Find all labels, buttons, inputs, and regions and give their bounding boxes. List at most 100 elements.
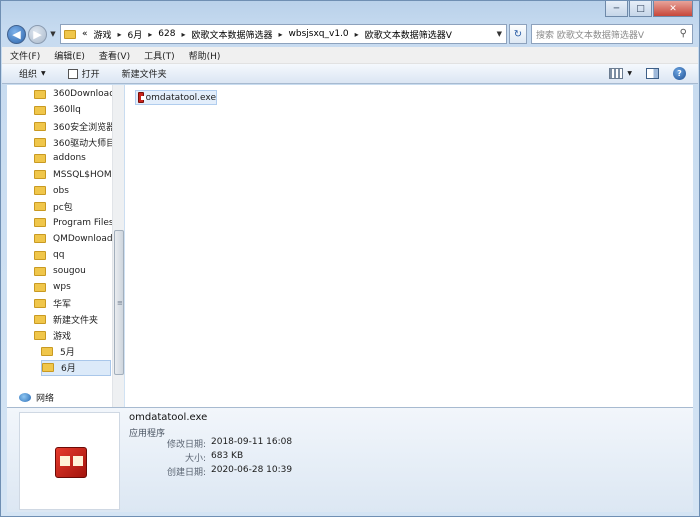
breadcrumb-item[interactable]: 欧歌文本数据筛选器 — [192, 28, 273, 41]
sidebar-folder-item[interactable]: obs — [34, 183, 69, 199]
maximize-button[interactable]: □ — [629, 1, 652, 17]
breadcrumb-separator[interactable]: ▸ — [118, 30, 122, 39]
sidebar-folder-item[interactable]: MSSQL$HOME — [34, 167, 117, 183]
open-icon — [67, 68, 78, 79]
folder-icon — [34, 105, 46, 115]
sidebar-folder-item[interactable]: 新建文件夹 — [34, 311, 98, 327]
sidebar-folder-item[interactable]: 6月 — [41, 359, 111, 376]
address-bar[interactable]: « 游戏 ▸ 6月 ▸ 628 ▸ 欧歌文本数据筛选器 ▸ wbsjsxq_v1.0 ▸ 欧歌文本数… — [60, 24, 507, 44]
breadcrumb-separator[interactable]: ▸ — [279, 30, 283, 39]
folder-icon — [34, 186, 46, 196]
sidebar-folder-item[interactable]: 360llq — [34, 102, 81, 118]
details-label: 修改日期: — [166, 440, 206, 450]
open-button[interactable]: 打开 — [67, 67, 100, 80]
folder-icon — [34, 314, 46, 324]
sidebar-folder-item[interactable]: 游戏 — [34, 328, 71, 344]
sidebar-folder-item[interactable]: 360Downloads — [34, 86, 120, 102]
folder-label: 6月 — [61, 364, 76, 375]
search-icon[interactable]: ⚲ — [680, 28, 687, 39]
sidebar-folder-item[interactable]: addons — [34, 150, 86, 166]
toolbar-right: ▼ ? — [609, 67, 686, 80]
menu-item[interactable]: 文件(F) — [10, 49, 40, 62]
file-name: omdatatool.exe — [145, 92, 216, 103]
folder-label: 新建文件夹 — [53, 315, 99, 326]
folder-icon — [34, 234, 46, 244]
folder-label: 360Downloads — [53, 89, 120, 99]
sidebar-folder-item[interactable]: 360安全浏览器下 — [34, 118, 122, 134]
explorer-window: ─ □ ✕ ◀ ▶ ▼ « 游戏 ▸ 6月 ▸ 628 ▸ 欧歌文本数据筛选器 ▸ wbsjsx… — [0, 0, 700, 517]
folder-label: obs — [53, 185, 69, 196]
details-pane: omdatatool.exe 应用程序 修改日期: 2018-09-11 16:0… — [7, 407, 693, 512]
folder-label: sougou — [53, 266, 86, 277]
breadcrumb-item[interactable]: wbsjsxq_v1.0 — [289, 29, 349, 39]
sidebar-folder-item[interactable]: QMDownload — [34, 231, 113, 247]
folder-icon — [34, 121, 46, 131]
chevron-down-icon: ▼ — [627, 70, 632, 77]
folder-icon — [34, 170, 46, 179]
organize-button[interactable]: 组织 ▼ — [19, 67, 46, 80]
menu-item[interactable]: 编辑(E) — [54, 49, 85, 62]
folder-label: Program Files ( — [53, 217, 120, 228]
navigation-pane: 360Downloads 360llq 360安全浏览器下 360驱动大师目录 addo… — [7, 85, 123, 407]
close-button[interactable]: ✕ — [653, 1, 693, 17]
back-button[interactable]: ◀ — [7, 24, 26, 44]
breadcrumb: « 游戏 ▸ 6月 ▸ 628 ▸ 欧歌文本数据筛选器 ▸ wbsjsxq_v1.0 ▸ 欧歌文本数… — [76, 28, 452, 41]
address-dropdown-icon[interactable]: ▼ — [497, 30, 502, 38]
folder-label: 华军 — [53, 299, 72, 310]
folder-label: 游戏 — [53, 332, 72, 342]
folder-label: 360llq — [53, 105, 81, 116]
sidebar-item-network[interactable]: 网络 — [19, 391, 54, 404]
folder-label: wps — [53, 282, 71, 293]
folder-icon — [34, 250, 46, 260]
overflow-chevron[interactable]: « — [82, 29, 88, 39]
scrollbar-thumb[interactable]: ≡ — [114, 230, 124, 375]
change-view-button[interactable]: ▼ — [609, 68, 632, 79]
folder-label: pc包 — [53, 203, 73, 214]
sidebar-folder-item[interactable]: wps — [34, 279, 71, 295]
sidebar-folder-item[interactable]: sougou — [34, 263, 86, 279]
folder-icon — [34, 331, 46, 340]
folder-label: MSSQL$HOME — [53, 169, 118, 180]
nav-scrollbar[interactable]: ≡ — [112, 85, 124, 407]
breadcrumb-item[interactable]: 欧歌文本数据筛选器V — [365, 28, 452, 41]
menu-item[interactable]: 帮助(H) — [189, 49, 221, 62]
folder-icon — [34, 282, 46, 292]
sidebar-folder-item[interactable]: 360驱动大师目录 — [34, 134, 122, 150]
search-input[interactable]: 搜索 欧歌文本数据筛选器V ⚲ — [531, 24, 693, 44]
file-item[interactable]: omdatatool.exe — [135, 90, 217, 105]
preview-pane-button[interactable] — [646, 68, 659, 79]
details-value: 683 KB — [211, 451, 244, 461]
caption-buttons: ─ □ ✕ — [605, 1, 693, 17]
sidebar-folder-item[interactable]: pc包 — [34, 199, 73, 215]
refresh-button[interactable]: ↻ — [509, 24, 527, 44]
sidebar-folder-item[interactable]: Program Files ( — [34, 215, 120, 231]
breadcrumb-item[interactable]: 6月 — [128, 28, 143, 41]
sidebar-folder-item[interactable]: 华军 — [34, 295, 71, 311]
network-icon — [19, 393, 31, 402]
folder-label: 5月 — [60, 348, 75, 359]
folder-icon — [41, 347, 53, 357]
menu-bar: 文件(F) 编辑(E) 查看(V) 工具(T) 帮助(H) — [2, 47, 698, 64]
details-file-type: 应用程序 — [129, 429, 166, 439]
breadcrumb-item[interactable]: 游戏 — [94, 28, 112, 41]
forward-button[interactable]: ▶ — [28, 24, 47, 44]
folder-icon — [34, 89, 46, 99]
folder-label: qq — [53, 250, 65, 260]
menu-item[interactable]: 查看(V) — [99, 49, 130, 62]
chevron-down-icon: ▼ — [41, 70, 46, 77]
breadcrumb-separator[interactable]: ▸ — [181, 30, 185, 39]
menu-item[interactable]: 工具(T) — [144, 49, 175, 62]
details-value: 2018-09-11 16:08 — [211, 437, 293, 447]
details-label: 创建日期: — [166, 468, 206, 478]
sidebar-folder-item[interactable]: 5月 — [41, 344, 111, 360]
minimize-button[interactable]: ─ — [605, 1, 628, 17]
sidebar-folder-item[interactable]: qq — [34, 247, 64, 263]
address-row: ◀ ▶ ▼ « 游戏 ▸ 6月 ▸ 628 ▸ 欧歌文本数据筛选器 ▸ wbsjsxq_v1.0… — [7, 23, 693, 45]
new-folder-button[interactable]: 新建文件夹 — [122, 67, 167, 80]
breadcrumb-separator[interactable]: ▸ — [355, 30, 359, 39]
recent-pages-dropdown[interactable]: ▼ — [48, 30, 58, 38]
breadcrumb-item[interactable]: 628 — [158, 29, 175, 39]
help-icon[interactable]: ? — [673, 67, 686, 80]
breadcrumb-separator[interactable]: ▸ — [148, 30, 152, 39]
file-thumbnail — [19, 412, 120, 510]
